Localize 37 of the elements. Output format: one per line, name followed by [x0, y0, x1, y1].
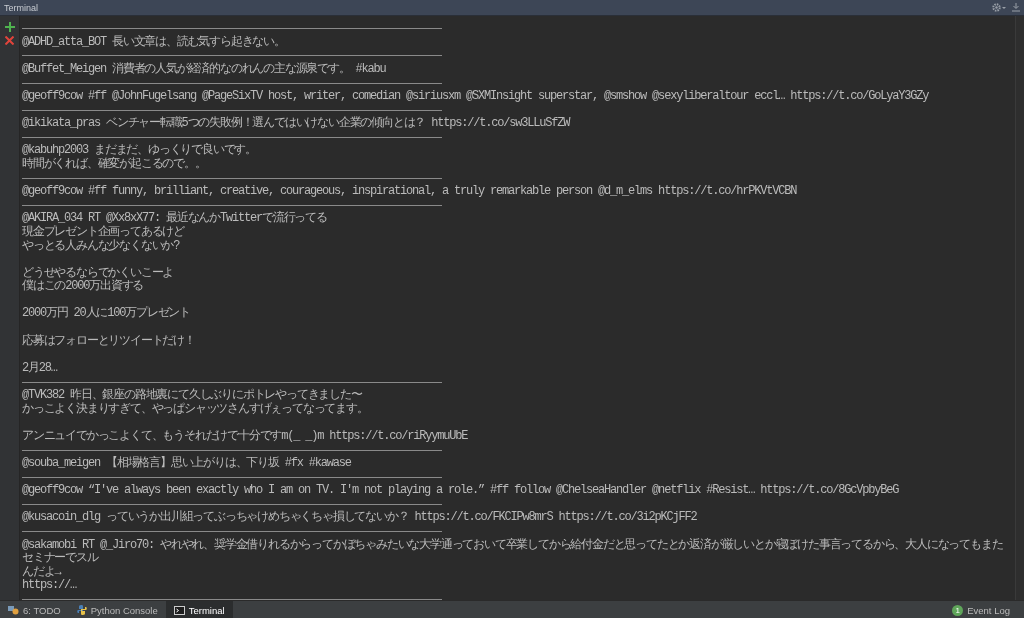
event-log-button[interactable]: 1 Event Log	[946, 604, 1024, 616]
terminal-line: @ADHD_atta_BOT 長い文章は、読む気すら起きない。	[22, 34, 285, 49]
terminal-line: やっとる人みんな少なくないか?	[22, 238, 180, 253]
terminal-line: @geoff9cow “I've always been exactly who I am on TV. I'm not playing a role.” #ff follow @ChelseaHandler @netflix #Resist… https://t.co/8GcVpbyBeG	[22, 483, 899, 498]
tool-window-tab[interactable]: Terminal	[165, 601, 233, 618]
tool-window-tab[interactable]: 6: TODO	[0, 601, 69, 618]
terminal-line: @sakamobi RT @_Jiro70: やれやれ、奨学金借りれるからってかぼちゃみたいな大学通っておいて卒業してから給付金だと思ってたとか返済が厳しいとか寝ぼけた事言ってるから、大人になってもまたセミナーでスル	[22, 537, 1003, 566]
tool-window-tab[interactable]: Python Console	[68, 601, 166, 618]
terminal-line: @souba_meigen 【相場格言】思い上がりは、下り坂 #fx #kawase	[22, 456, 351, 470]
terminal-line: 現金プレゼント企画ってあるけど	[22, 224, 184, 239]
close-icon[interactable]	[5, 36, 14, 45]
event-count-badge: 1	[952, 604, 964, 616]
terminal-line: かっこよく決まりすぎて、やっぱシャッツさんすげぇってなってます。	[22, 401, 368, 416]
terminal-line: @geoff9cow #ff funny, brilliant, creative, courageous, inspirational, a truly remarkable person @d_m_elms https://t.co/hrPKVtVCBN	[22, 184, 797, 199]
terminal-line: 時間がくれば、確変が起こるので。。	[22, 156, 206, 171]
todo-icon	[8, 605, 19, 615]
terminal-line: 応募はフォローとリツイートだけ！	[22, 333, 195, 348]
terminal-line: @TVK382 昨日、銀座の路地裏にて久しぶりにポトレやってきました〜	[22, 388, 362, 403]
terminal-line: どうせやるならでかくいこーよ	[22, 265, 174, 280]
python-icon	[76, 605, 87, 615]
terminal-line: んだよ→	[22, 564, 61, 579]
terminal-line: @ikikata_pras ベンチャー転職5つの失敗例！選んではいけない企業の傾向とは？ https://t.co/sw3LLuSfZW	[22, 116, 570, 131]
terminal-line: 2月28…	[22, 360, 57, 375]
terminal-line: @kabuhp2003 まだまだ、ゆっくりで良いです。	[22, 143, 256, 158]
hide-icon[interactable]	[1012, 3, 1020, 12]
terminal-line: @AKIRA_034 RT @Xx8xX77: 最近なんかTwitterで流行ってる	[22, 211, 327, 226]
terminal-line: 2000万円 20人に100万プレゼント	[22, 306, 190, 321]
terminal-line: 僕はこの2000万出資する	[22, 279, 144, 294]
terminal-line: @kusacoin_dlg っていうか出川組ってぶっちゃけめちゃくちゃ損してないか？ https://t.co/FKCIPw8mrS https://t.co/3i2pKCjFF2	[22, 510, 697, 525]
add-icon[interactable]	[4, 22, 15, 32]
terminal-line: https://…	[22, 578, 76, 593]
settings-icon[interactable]	[992, 3, 1006, 12]
terminal-line: アンニュイでかっこよくて、もうそれだけで十分ですm(_ _)m https://t.co/riRyymuUbE	[22, 428, 468, 443]
panel-title: Terminal	[4, 2, 38, 13]
terminal-line: @geoff9cow #ff @JohnFugelsang @PageSixTV host, writer, comedian @siriusxm @SXMInsight superstar, @smshow @sexyliberaltour eccl… https://t.co/GoLyaY3GZy	[22, 88, 929, 103]
terminal-line: @Buffet_Meigen 消費者の人気が経済的なのれんの主な源泉です。 #kabu	[22, 61, 386, 76]
terminal-icon	[173, 605, 185, 615]
